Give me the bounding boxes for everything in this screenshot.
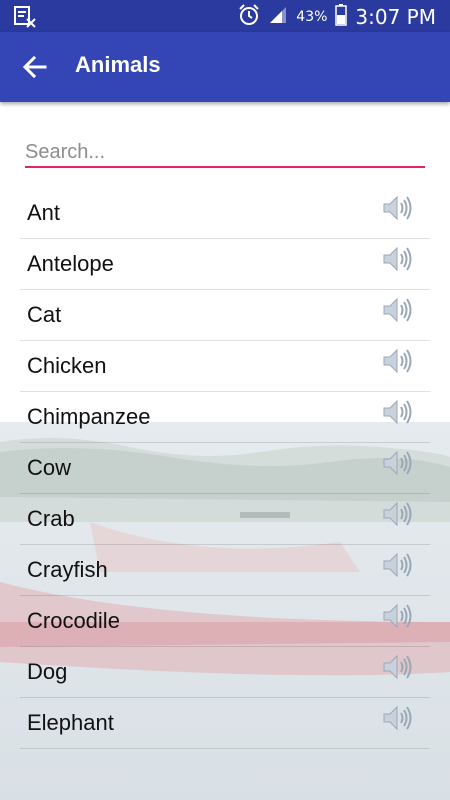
speaker-icon[interactable]: [382, 194, 414, 222]
text-notification-icon: [14, 6, 36, 32]
animal-name: Cat: [27, 302, 62, 327]
speaker-icon[interactable]: [382, 500, 414, 528]
list-item[interactable]: Elephant: [20, 698, 430, 749]
content-area: Ant Antelope Cat Chicken Chimpanzee Cow Crab Cr…: [0, 102, 450, 800]
animal-name: Chicken: [27, 353, 107, 378]
list-item[interactable]: Ant: [20, 188, 430, 239]
animal-name: Crayfish: [27, 557, 108, 582]
battery-percentage: 43%: [296, 9, 328, 25]
speaker-icon[interactable]: [382, 347, 414, 375]
speaker-icon[interactable]: [382, 602, 414, 630]
animal-name: Ant: [27, 200, 61, 225]
speaker-icon[interactable]: [382, 704, 414, 732]
list-item[interactable]: Chicken: [20, 341, 430, 392]
speaker-icon[interactable]: [382, 245, 414, 273]
animal-name: Elephant: [27, 710, 114, 735]
search-input[interactable]: [25, 138, 425, 168]
list-item[interactable]: Crocodile: [20, 596, 430, 647]
clock: 3:07 PM: [355, 5, 436, 29]
animal-name: Chimpanzee: [27, 404, 151, 429]
list-item[interactable]: Cat: [20, 290, 430, 341]
animal-name: Dog: [27, 659, 68, 684]
animal-name: Crab: [27, 506, 75, 531]
speaker-icon[interactable]: [382, 551, 414, 579]
list-item[interactable]: Chimpanzee: [20, 392, 430, 443]
back-button[interactable]: [20, 52, 50, 82]
animal-name: Cow: [27, 455, 72, 480]
speaker-icon[interactable]: [382, 653, 414, 681]
animal-name: Crocodile: [27, 608, 120, 633]
status-bar: 43% 3:07 PM: [0, 0, 450, 32]
list-item[interactable]: Cow: [20, 443, 430, 494]
signal-icon: [268, 5, 288, 29]
speaker-icon[interactable]: [382, 398, 414, 426]
speaker-icon[interactable]: [382, 296, 414, 324]
battery-icon: [335, 4, 348, 30]
arrow-back-icon: [22, 55, 47, 79]
list-item[interactable]: Dog: [20, 647, 430, 698]
speaker-icon[interactable]: [382, 449, 414, 477]
list-item[interactable]: Crayfish: [20, 545, 430, 596]
list-item[interactable]: Crab: [20, 494, 430, 545]
alarm-icon: [238, 4, 260, 30]
search-field[interactable]: [25, 138, 425, 170]
page-title: Animals: [75, 52, 161, 77]
animal-list: Ant Antelope Cat Chicken Chimpanzee Cow Crab Cr…: [20, 188, 430, 749]
list-item[interactable]: Antelope: [20, 239, 430, 290]
app-bar: Animals: [0, 32, 450, 102]
animal-name: Antelope: [27, 251, 114, 276]
